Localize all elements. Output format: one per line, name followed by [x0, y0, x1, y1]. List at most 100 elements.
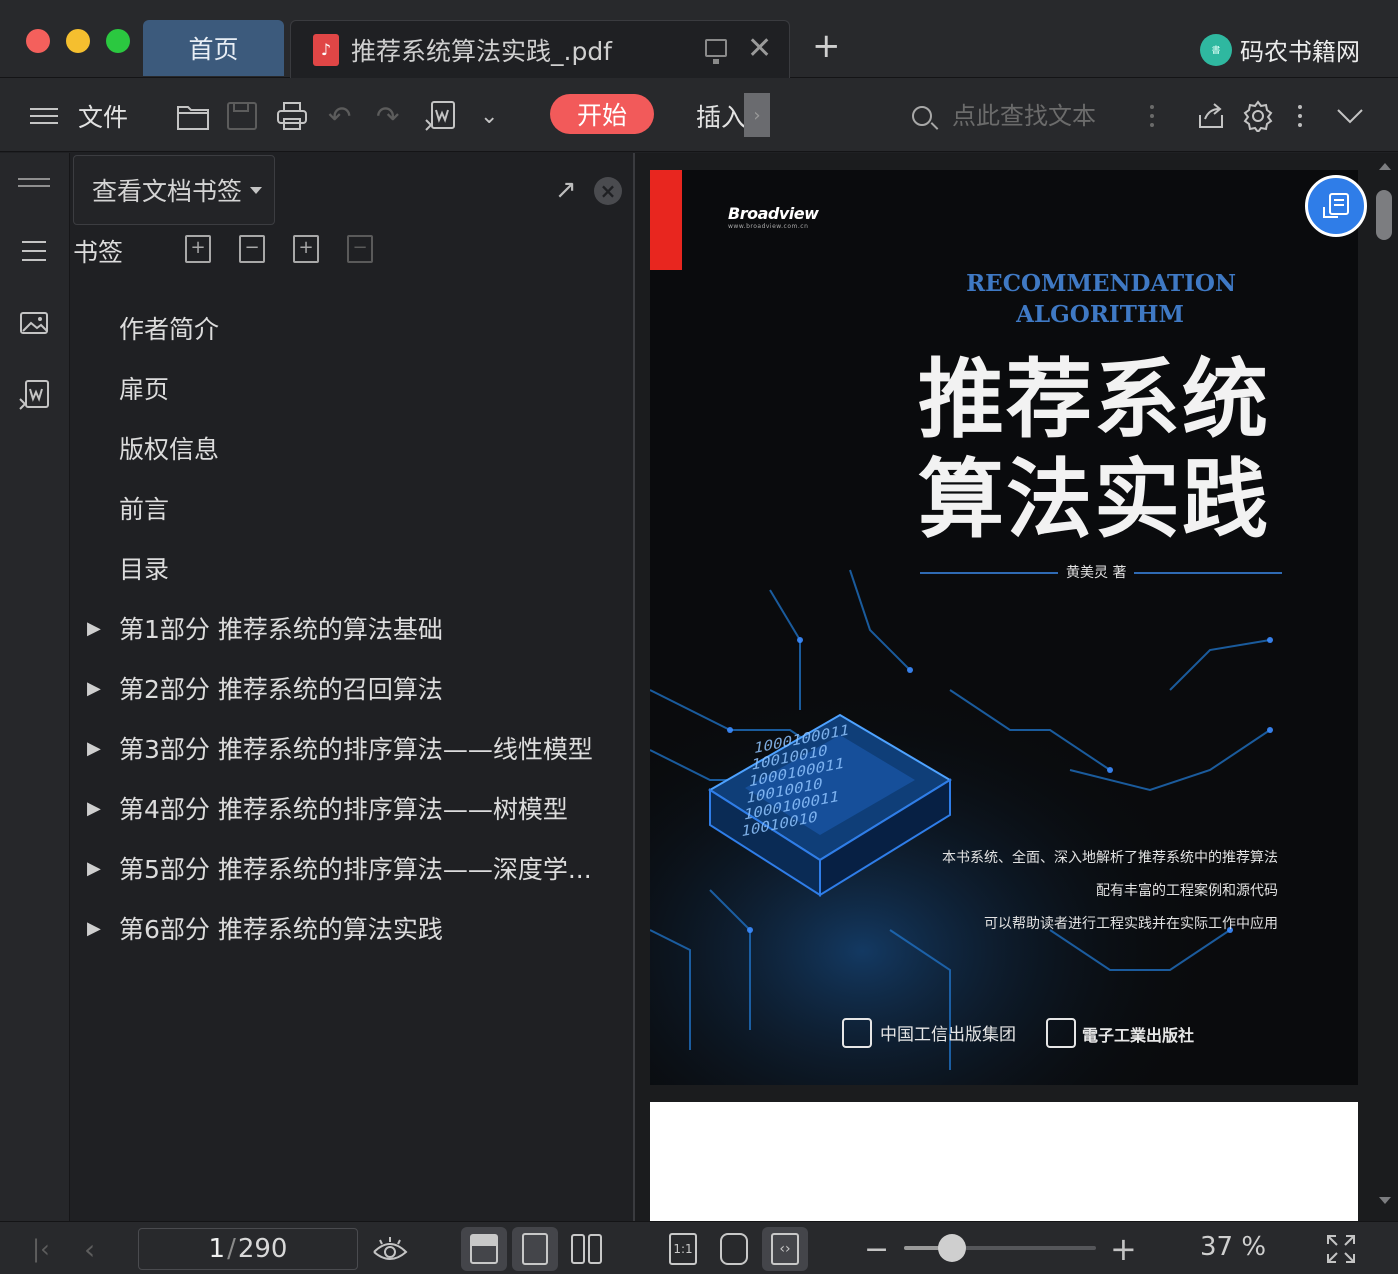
expand-triangle-icon[interactable]: ▶ [71, 918, 119, 939]
zoom-slider-knob[interactable] [938, 1234, 966, 1262]
convert-float-button[interactable] [1305, 175, 1367, 237]
bookmark-item[interactable]: 前言 [71, 478, 633, 538]
eye-protection-icon[interactable] [372, 1232, 408, 1266]
bookmark-item[interactable]: 作者简介 [71, 298, 633, 358]
delete-bookmark-icon[interactable]: − [347, 235, 373, 263]
fit-page-button[interactable] [711, 1227, 757, 1271]
brand-logo-icon: 書 [1200, 33, 1232, 66]
search-input[interactable] [952, 98, 1132, 134]
zoom-slider[interactable] [904, 1234, 1096, 1262]
book-cover-page: Broadview www.broadview.com.cn RECOMMENDA… [650, 170, 1358, 1085]
bookmark-item[interactable]: 扉页 [71, 358, 633, 418]
tab-document-label: 推荐系统算法实践_.pdf [351, 36, 612, 66]
expand-triangle-icon[interactable]: ▶ [71, 738, 119, 759]
panel-view-selector-label: 查看文档书签 [92, 177, 243, 206]
vertical-scrollbar[interactable] [1376, 190, 1392, 240]
document-view[interactable]: Broadview www.broadview.com.cn RECOMMENDA… [635, 153, 1398, 1221]
panel-toggle-icon[interactable] [18, 167, 50, 199]
expand-triangle-icon[interactable]: ▶ [71, 618, 119, 639]
convert-icon[interactable] [424, 96, 456, 136]
thumbnail-icon[interactable] [18, 307, 50, 339]
status-bar: |‹ ‹ 1 / 290 1:1 ‹› − + 37 % [0, 1221, 1398, 1274]
expand-triangle-icon[interactable]: ▶ [71, 798, 119, 819]
bookmark-item[interactable]: ▶ 第1部分 推荐系统的算法基础 [71, 598, 633, 658]
file-menu[interactable]: 文件 [78, 96, 128, 136]
bookmark-item[interactable]: ▶ 第3部分 推荐系统的排序算法——线性模型 [71, 718, 633, 778]
close-tab-icon[interactable]: ✕ [747, 31, 772, 67]
close-window-button[interactable] [26, 29, 50, 53]
bookmark-item[interactable]: 版权信息 [71, 418, 633, 478]
total-pages: 290 [237, 1234, 288, 1264]
zoom-in-icon[interactable]: + [1110, 1230, 1137, 1268]
expand-all-icon[interactable]: + [185, 235, 211, 263]
tab-home[interactable]: 首页 [143, 20, 284, 76]
continuous-view-button[interactable] [461, 1227, 507, 1271]
prev-page-icon[interactable]: ‹ [84, 1232, 95, 1266]
monitor-icon[interactable] [705, 39, 727, 64]
bookmark-item[interactable]: ▶ 第2部分 推荐系统的召回算法 [71, 658, 633, 718]
more-dropdown-icon[interactable]: ⌄ [480, 96, 498, 136]
print-icon[interactable] [276, 96, 308, 136]
tab-home-label: 首页 [188, 35, 239, 64]
bookmark-item[interactable]: ▶ 第5部分 推荐系统的排序算法——深度学... [71, 838, 633, 898]
panel-view-selector[interactable]: 查看文档书签 [73, 155, 275, 225]
page-number-field[interactable]: 1 / 290 [138, 1228, 358, 1270]
expand-triangle-icon[interactable]: ▶ [71, 858, 119, 879]
minimize-window-button[interactable] [66, 29, 90, 53]
title-bar: 首页 ♪ 推荐系统算法实践_.pdf ✕ + 書 码农书籍网 [0, 0, 1398, 78]
red-accent-bar [650, 170, 682, 270]
close-panel-icon[interactable]: × [594, 177, 622, 205]
cover-title-en-line2: ALGORITHM [1016, 301, 1184, 328]
cover-title-en-line1: RECOMMENDATION [966, 270, 1236, 297]
open-folder-icon[interactable] [176, 96, 210, 136]
cover-title-zh-line2: 算法实践 [918, 449, 1270, 550]
publisher-group-logo-icon [842, 1018, 872, 1048]
collapse-ribbon-icon[interactable] [1336, 96, 1364, 136]
tab-insert[interactable]: 插入 [696, 96, 746, 136]
overflow-menu-icon[interactable] [1298, 96, 1302, 136]
new-tab-button[interactable]: + [812, 26, 841, 66]
caret-down-icon [250, 186, 263, 194]
pdf-icon: ♪ [313, 33, 339, 66]
publisher-house-logo-icon [1046, 1018, 1076, 1048]
pop-out-icon[interactable]: ↗ [555, 175, 577, 205]
save-icon[interactable] [226, 96, 258, 136]
maximize-window-button[interactable] [106, 29, 130, 53]
page-2 [650, 1102, 1358, 1221]
scroll-up-icon[interactable] [1379, 163, 1391, 170]
bookmark-item[interactable]: 目录 [71, 538, 633, 598]
menu-icon[interactable] [28, 96, 60, 136]
brand-name: 码农书籍网 [1240, 38, 1360, 66]
cover-desc-2: 配有丰富的工程案例和源代码 [1096, 883, 1278, 899]
tab-start[interactable]: 开始 [550, 94, 654, 134]
first-page-icon[interactable]: |‹ [32, 1232, 50, 1266]
settings-gear-icon[interactable] [1242, 96, 1274, 136]
bookmark-item[interactable]: ▶ 第6部分 推荐系统的算法实践 [71, 898, 633, 958]
more-vertical-icon[interactable] [1150, 96, 1154, 136]
convert-doc-icon[interactable] [18, 379, 50, 411]
collapse-all-icon[interactable]: − [239, 235, 265, 263]
scroll-down-icon[interactable] [1379, 1197, 1391, 1204]
bookmark-list-icon[interactable] [18, 235, 50, 267]
redo-icon[interactable]: ↷ [376, 96, 399, 136]
undo-icon[interactable]: ↶ [328, 96, 351, 136]
tab-document[interactable]: ♪ 推荐系统算法实践_.pdf ✕ [290, 20, 790, 78]
zoom-out-icon[interactable]: − [864, 1232, 889, 1267]
share-icon[interactable] [1196, 96, 1226, 136]
ribbon-scroll-right-icon[interactable]: › [744, 93, 770, 137]
bookmark-item[interactable]: ▶ 第4部分 推荐系统的排序算法——树模型 [71, 778, 633, 838]
publisher-house-name: 電子工業出版社 [1082, 1026, 1195, 1045]
fullscreen-icon[interactable] [1326, 1232, 1356, 1266]
zoom-level[interactable]: 37 % [1200, 1232, 1266, 1262]
search-icon[interactable] [908, 96, 936, 136]
add-bookmark-icon[interactable]: + [293, 235, 319, 263]
bookmark-list: 作者简介 扉页 版权信息 前言 目录 ▶ 第1部分 推荐系统的算法基础 ▶ 第2部分… [71, 298, 633, 958]
bookmarks-heading: 书签 [73, 238, 124, 267]
fit-width-button[interactable]: ‹› [762, 1227, 808, 1271]
expand-triangle-icon[interactable]: ▶ [71, 678, 119, 699]
brand: 書 码农书籍网 [1200, 32, 1360, 67]
two-page-view-button[interactable] [563, 1227, 609, 1271]
cover-desc-3: 可以帮助读者进行工程实践并在实际工作中应用 [984, 916, 1278, 932]
actual-size-button[interactable]: 1:1 [660, 1227, 706, 1271]
single-page-view-button[interactable] [512, 1227, 558, 1271]
